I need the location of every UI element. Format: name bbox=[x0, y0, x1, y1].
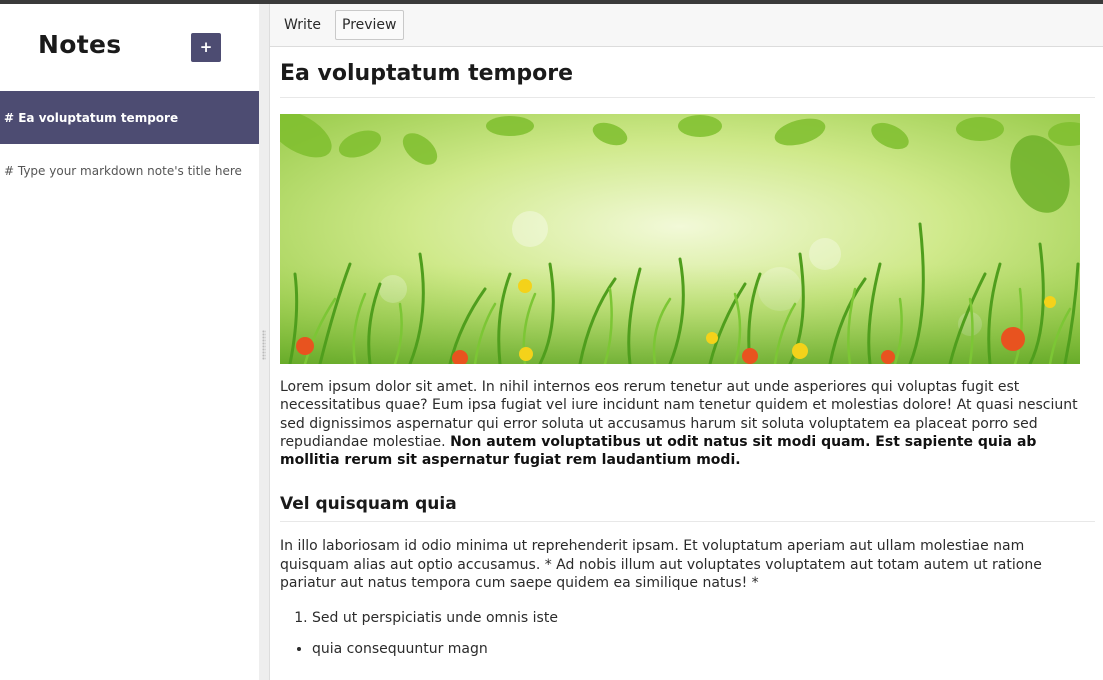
tab-write[interactable]: Write bbox=[277, 10, 328, 40]
editor-pane: Write Preview Ea voluptatum tempore Lore… bbox=[270, 4, 1103, 680]
ordered-list: Sed ut perspiciatis unde omnis iste bbox=[280, 610, 1095, 626]
document-title: Ea voluptatum tempore bbox=[280, 47, 1095, 98]
resize-gutter[interactable] bbox=[259, 4, 270, 680]
list-item: Sed ut perspiciatis unde omnis iste bbox=[312, 610, 1095, 626]
preview-content: Ea voluptatum tempore Lorem ipsum dolor … bbox=[280, 47, 1095, 672]
list-item: quia consequuntur magn bbox=[312, 641, 1095, 657]
tab-preview[interactable]: Preview bbox=[335, 10, 404, 40]
note-title-label: # Ea voluptatum tempore bbox=[4, 110, 179, 125]
editor-tabbar: Write Preview bbox=[270, 4, 1103, 47]
note-list-item-active[interactable]: # Ea voluptatum tempore bbox=[0, 91, 259, 144]
add-note-button[interactable]: + bbox=[191, 33, 221, 62]
hero-image bbox=[280, 114, 1080, 364]
note-title-label: # Type your markdown note's title here bbox=[4, 163, 242, 178]
bullet-list: quia consequuntur magn bbox=[280, 641, 1095, 657]
intro-paragraph: Lorem ipsum dolor sit amet. In nihil int… bbox=[280, 378, 1085, 469]
sidebar-header: Notes + bbox=[0, 4, 259, 91]
section-paragraph: In illo laboriosam id odio minima ut rep… bbox=[280, 538, 1042, 592]
app-title: Notes bbox=[38, 30, 122, 59]
drag-handle-icon[interactable] bbox=[262, 330, 266, 360]
note-list-item[interactable]: # Type your markdown note's title here bbox=[0, 144, 259, 197]
sidebar: Notes + # Ea voluptatum tempore # Type y… bbox=[0, 4, 259, 680]
section-heading: Vel quisquam quia bbox=[280, 494, 1095, 523]
